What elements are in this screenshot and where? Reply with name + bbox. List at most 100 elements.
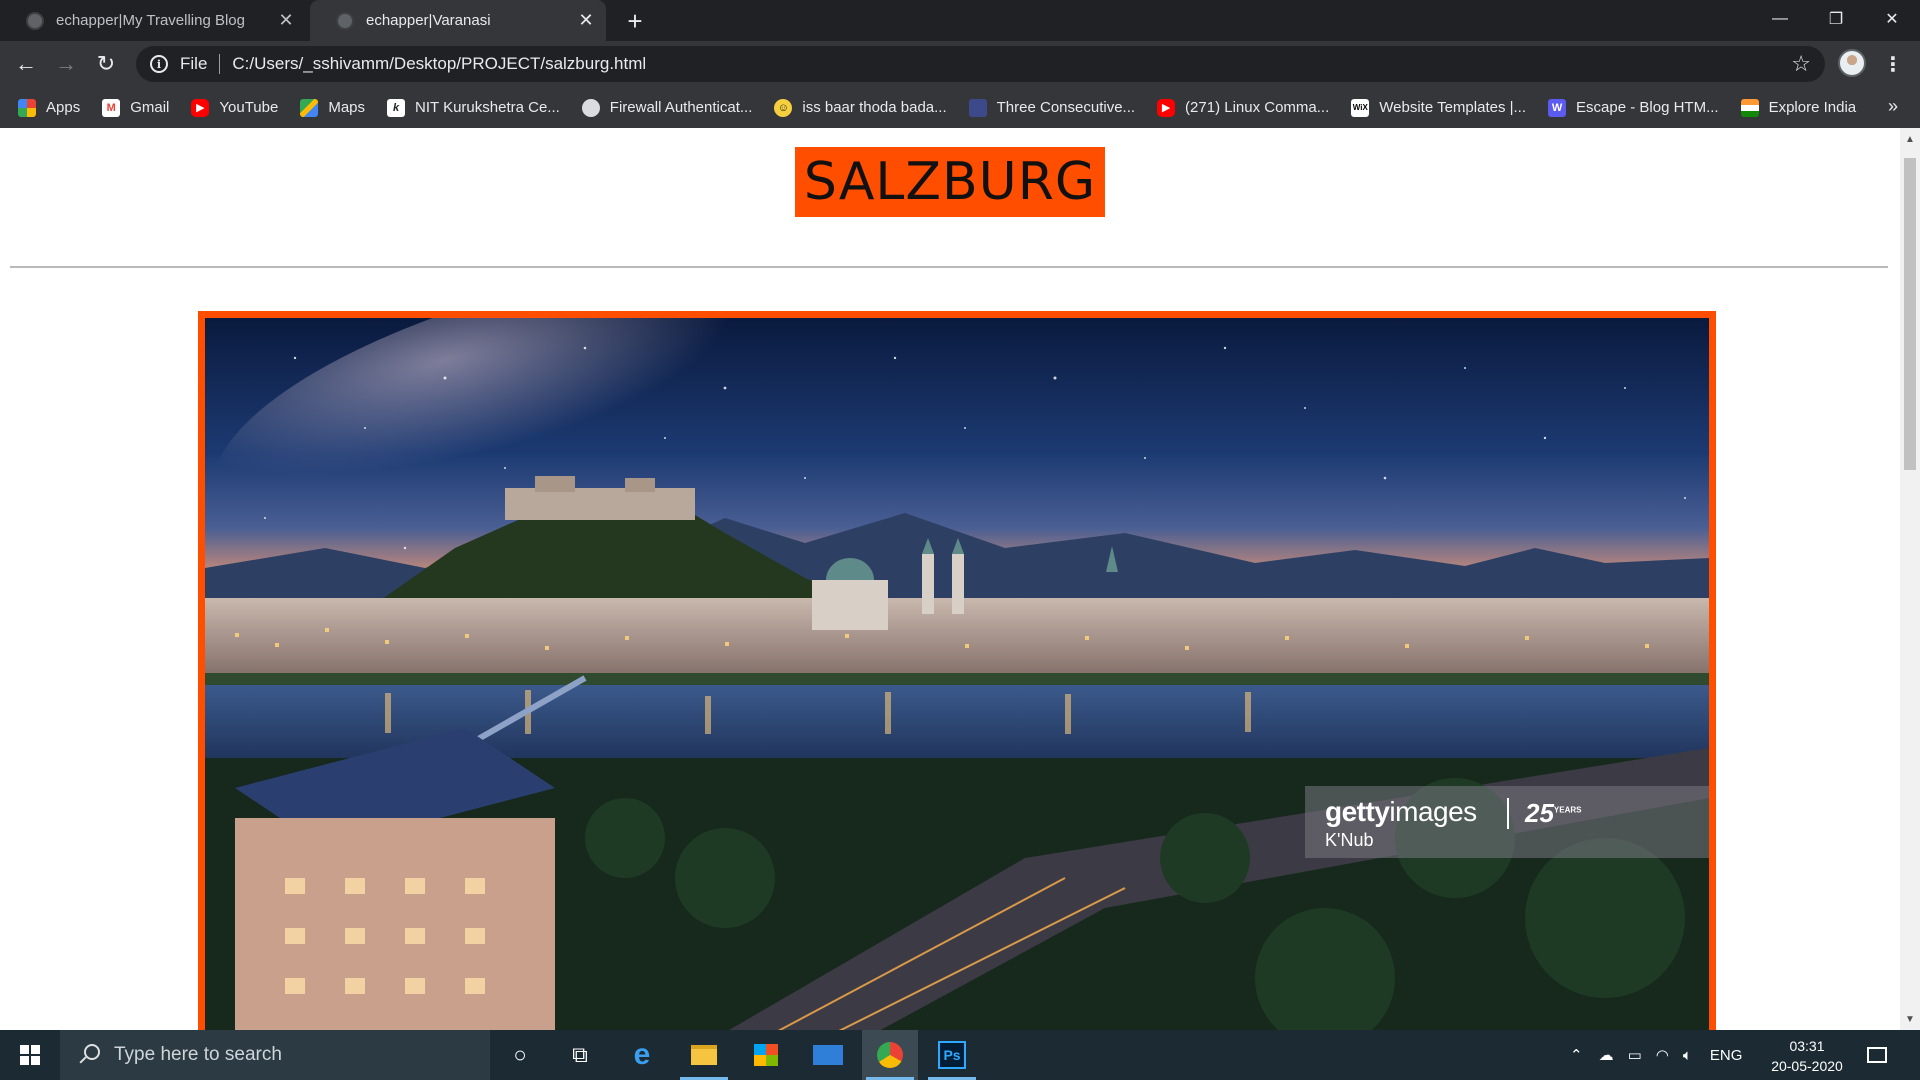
system-tray: ⌃ ☁ ▭ ◠ 🔈︎ ENG bbox=[1570, 1030, 1742, 1080]
browser-toolbar: ← → ↻ i File C:/Users/_sshivamm/Desktop/… bbox=[0, 41, 1920, 87]
site-info-icon[interactable]: i bbox=[150, 55, 168, 73]
taskbar-clock[interactable]: 03:31 20-05-2020 bbox=[1762, 1036, 1852, 1076]
back-button[interactable]: ← bbox=[10, 48, 42, 80]
bookmark-apps[interactable]: Apps bbox=[18, 98, 81, 117]
edge-icon[interactable]: e bbox=[614, 1030, 670, 1080]
more-bookmarks-icon[interactable]: » bbox=[1888, 96, 1898, 117]
gmail-icon: M bbox=[102, 98, 121, 117]
cortana-icon[interactable]: ○ bbox=[492, 1030, 548, 1080]
taskbar-search-box[interactable]: Type here to search bbox=[60, 1030, 490, 1080]
language-indicator[interactable]: ENG bbox=[1710, 1047, 1743, 1064]
address-bar[interactable]: i File C:/Users/_sshivamm/Desktop/PROJEC… bbox=[136, 46, 1825, 82]
bookmark-label: Three Consecutive... bbox=[996, 99, 1136, 116]
task-view-icon[interactable]: ⧉ bbox=[552, 1030, 608, 1080]
getty-logo-bold: getty bbox=[1325, 796, 1390, 827]
bookmark-label: Gmail bbox=[130, 99, 170, 116]
getty-25-years-badge: 25YEARS bbox=[1507, 798, 1581, 829]
bookmark-label: (271) Linux Comma... bbox=[1185, 99, 1330, 116]
volume-icon[interactable]: 🔈︎ bbox=[1683, 1047, 1692, 1064]
bookmark-three-consecutive[interactable]: Three Consecutive... bbox=[968, 98, 1136, 117]
url-separator bbox=[219, 54, 221, 74]
smiley-icon: ☺ bbox=[774, 98, 793, 117]
salzburg-photo-frame: gettyimages 25YEARS K'Nub bbox=[198, 311, 1716, 1030]
bookmark-label: Escape - Blog HTM... bbox=[1576, 99, 1719, 116]
globe-icon bbox=[581, 98, 600, 117]
bookmark-linux-commands[interactable]: ▶ (271) Linux Comma... bbox=[1157, 98, 1330, 117]
browser-tab-strip: echapper|My Travelling Blog ✕ echapper|V… bbox=[0, 0, 1920, 41]
bookmark-label: Firewall Authenticat... bbox=[609, 99, 753, 116]
bookmark-label: iss baar thoda bada... bbox=[802, 99, 947, 116]
start-button[interactable] bbox=[0, 1030, 60, 1080]
bookmark-label: Explore India bbox=[1768, 99, 1857, 116]
maps-icon bbox=[300, 98, 319, 117]
tab-my-travelling-blog[interactable]: echapper|My Travelling Blog ✕ bbox=[0, 0, 306, 41]
bookmarks-bar: Apps M Gmail ▶ YouTube Maps k NIT Kuruks… bbox=[0, 87, 1920, 128]
nit-icon: k bbox=[387, 98, 406, 117]
years-number: 25 bbox=[1525, 798, 1554, 828]
search-icon bbox=[78, 1044, 100, 1066]
forward-button[interactable]: → bbox=[50, 48, 82, 80]
bookmark-star-icon[interactable]: ☆ bbox=[1791, 51, 1811, 77]
clock-time: 03:31 bbox=[1789, 1038, 1825, 1054]
chrome-icon[interactable] bbox=[862, 1030, 918, 1080]
tab-varanasi[interactable]: echapper|Varanasi ✕ bbox=[310, 0, 606, 41]
file-explorer-icon[interactable] bbox=[676, 1030, 732, 1080]
minimize-button[interactable]: — bbox=[1752, 0, 1808, 37]
bookmark-firewall[interactable]: Firewall Authenticat... bbox=[581, 98, 753, 117]
youtube-icon: ▶ bbox=[191, 98, 210, 117]
bookmark-label: NIT Kurukshetra Ce... bbox=[415, 99, 560, 116]
globe-icon bbox=[336, 11, 354, 30]
scroll-up-icon[interactable]: ▲ bbox=[1900, 130, 1920, 148]
getty-logo: gettyimages bbox=[1325, 796, 1477, 828]
new-tab-button[interactable]: + bbox=[620, 6, 650, 36]
bookmark-maps[interactable]: Maps bbox=[300, 98, 366, 117]
search-placeholder: Type here to search bbox=[114, 1044, 282, 1065]
battery-icon[interactable]: ▭ bbox=[1628, 1046, 1642, 1064]
close-tab-icon[interactable]: ✕ bbox=[274, 9, 298, 33]
scrollbar-thumb[interactable] bbox=[1904, 158, 1916, 470]
bookmark-nit-kurukshetra[interactable]: k NIT Kurukshetra Ce... bbox=[387, 98, 560, 117]
w-icon: W bbox=[1548, 98, 1567, 117]
bookmark-website-templates[interactable]: WiX Website Templates |... bbox=[1351, 98, 1526, 117]
page-title: SALZBURG bbox=[795, 147, 1105, 217]
show-hidden-icons[interactable]: ⌃ bbox=[1570, 1046, 1583, 1064]
wifi-icon[interactable]: ◠ bbox=[1656, 1046, 1669, 1064]
bookmark-youtube[interactable]: ▶ YouTube bbox=[191, 98, 278, 117]
photo-credit: K'Nub bbox=[1325, 830, 1374, 850]
mail-icon[interactable] bbox=[800, 1030, 856, 1080]
close-tab-icon[interactable]: ✕ bbox=[574, 9, 598, 33]
wix-icon: WiX bbox=[1351, 98, 1370, 117]
notification-center-icon[interactable] bbox=[1862, 1040, 1892, 1070]
bookmark-label: Maps bbox=[328, 99, 366, 116]
india-flag-icon bbox=[1740, 98, 1759, 117]
onedrive-icon[interactable]: ☁ bbox=[1599, 1046, 1614, 1064]
bookmark-gmail[interactable]: M Gmail bbox=[102, 98, 170, 117]
getty-logo-light: images bbox=[1389, 796, 1477, 827]
reload-button[interactable]: ↻ bbox=[90, 48, 122, 80]
page-scrollbar[interactable]: ▲ ▼ bbox=[1900, 128, 1920, 1030]
scroll-down-icon[interactable]: ▼ bbox=[1900, 1010, 1920, 1028]
restore-button[interactable]: ❐ bbox=[1808, 0, 1864, 37]
tab-title: echapper|Varanasi bbox=[366, 12, 491, 29]
microsoft-store-icon[interactable] bbox=[738, 1030, 794, 1080]
chrome-menu-icon[interactable]: ⋮ bbox=[1880, 49, 1906, 79]
years-label: YEARS bbox=[1553, 805, 1582, 815]
youtube-icon: ▶ bbox=[1157, 98, 1176, 117]
apps-grid-icon bbox=[18, 98, 36, 117]
bookmark-escape-blog[interactable]: W Escape - Blog HTM... bbox=[1548, 98, 1719, 117]
url-scheme: File bbox=[180, 54, 208, 73]
horizontal-divider bbox=[10, 266, 1888, 268]
globe-icon bbox=[26, 11, 44, 30]
bookmark-explore-india[interactable]: Explore India bbox=[1740, 98, 1857, 117]
photoshop-icon[interactable]: Ps bbox=[924, 1030, 980, 1080]
url-text[interactable]: C:/Users/_sshivamm/Desktop/PROJECT/salzb… bbox=[232, 54, 1791, 74]
bookmark-iss-baar[interactable]: ☺ iss baar thoda bada... bbox=[774, 98, 947, 117]
close-window-button[interactable]: ✕ bbox=[1864, 0, 1920, 37]
salzburg-night-photo bbox=[205, 318, 1709, 1030]
bookmark-label: Apps bbox=[46, 99, 81, 116]
getty-images-watermark: gettyimages 25YEARS K'Nub bbox=[1305, 786, 1709, 858]
page-icon bbox=[968, 98, 987, 117]
tab-title: echapper|My Travelling Blog bbox=[56, 12, 245, 29]
windows-logo-icon bbox=[20, 1045, 40, 1065]
profile-avatar[interactable] bbox=[1838, 49, 1866, 77]
